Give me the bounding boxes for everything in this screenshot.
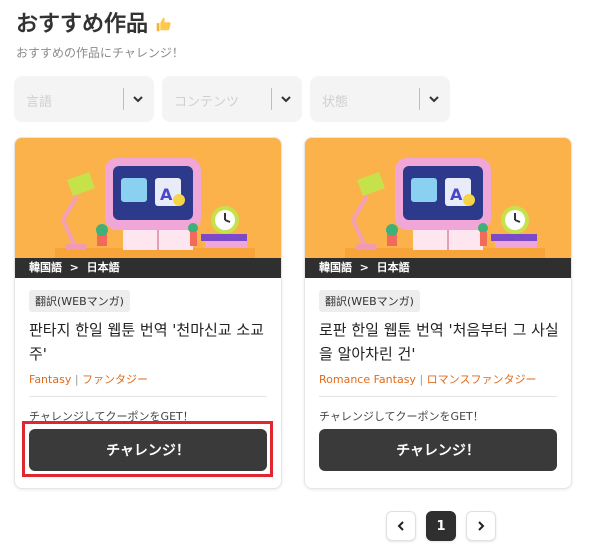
card-divider [319, 396, 557, 397]
svg-text:A: A [450, 185, 463, 204]
target-language: 日本語 [376, 261, 410, 274]
content-filter-placeholder: コンテンツ [174, 95, 240, 110]
page-title: おすすめ作品 [16, 6, 172, 38]
card-divider [29, 396, 267, 397]
thumbs-up-icon [156, 17, 171, 32]
genre-japanese: ロマンスファンタジー [426, 373, 537, 386]
content-filter[interactable]: コンテンツ [162, 76, 302, 122]
genre-english: Romance Fantasy [319, 373, 416, 386]
next-page-button[interactable] [466, 511, 496, 541]
filter-bar: 言語 コンテンツ 状態 [14, 76, 450, 122]
divider [123, 88, 124, 110]
prev-page-button[interactable] [386, 511, 416, 541]
page-subtitle: おすすめの作品にチャレンジ！ [16, 46, 184, 60]
chevron-left-icon [397, 521, 404, 531]
divider [419, 88, 420, 110]
genre-separator: | [74, 373, 79, 386]
page-title-text: おすすめ作品 [16, 12, 149, 37]
language-filter-placeholder: 言語 [26, 95, 53, 110]
target-language: 日本語 [86, 261, 120, 274]
language-filter[interactable]: 言語 [14, 76, 154, 122]
status-filter[interactable]: 状態 [310, 76, 450, 122]
card-banner-illustration: A [15, 138, 281, 258]
divider [271, 88, 272, 110]
source-language: 韓国語 [29, 261, 62, 274]
card-banner-illustration: A [305, 138, 571, 258]
genre-separator: | [419, 373, 424, 386]
chevron-right-icon: > [65, 261, 83, 274]
work-title[interactable]: 로판 한일 웹툰 번역 '처음부터 그 사실을 알아차린 건' [319, 318, 559, 366]
svg-text:A: A [160, 185, 173, 204]
chevron-right-icon: > [355, 261, 373, 274]
genre-label: Romance Fantasy | ロマンスファンタジー [319, 371, 536, 387]
chevron-down-icon [281, 96, 291, 103]
work-title[interactable]: 판타지 한일 웹툰 번역 '천마신교 소교주' [29, 318, 269, 366]
genre-japanese: ファンタジー [82, 373, 149, 386]
language-pair: 韓国語 > 日本語 [305, 258, 571, 278]
category-tag: 翻訳(WEBマンガ) [29, 290, 130, 312]
chevron-down-icon [133, 96, 143, 103]
genre-english: Fantasy [29, 373, 72, 386]
highlight-box [22, 421, 273, 477]
language-pair: 韓国語 > 日本語 [15, 258, 281, 278]
challenge-promo-text: チャレンジしてクーポンをGET！ [319, 410, 484, 423]
chevron-right-icon [478, 521, 485, 531]
category-tag: 翻訳(WEBマンガ) [319, 290, 420, 312]
page-number-current[interactable]: 1 [426, 511, 456, 541]
challenge-button[interactable]: チャレンジ！ [319, 429, 557, 471]
status-filter-placeholder: 状態 [322, 95, 349, 110]
chevron-down-icon [429, 96, 439, 103]
pagination: 1 [386, 511, 496, 541]
genre-label: Fantasy | ファンタジー [29, 371, 148, 387]
source-language: 韓国語 [319, 261, 352, 274]
work-card[interactable]: A 韓国語 > 日本語 翻訳(WEBマンガ) 로판 한일 웹툰 번역 '처음부터… [304, 137, 572, 489]
